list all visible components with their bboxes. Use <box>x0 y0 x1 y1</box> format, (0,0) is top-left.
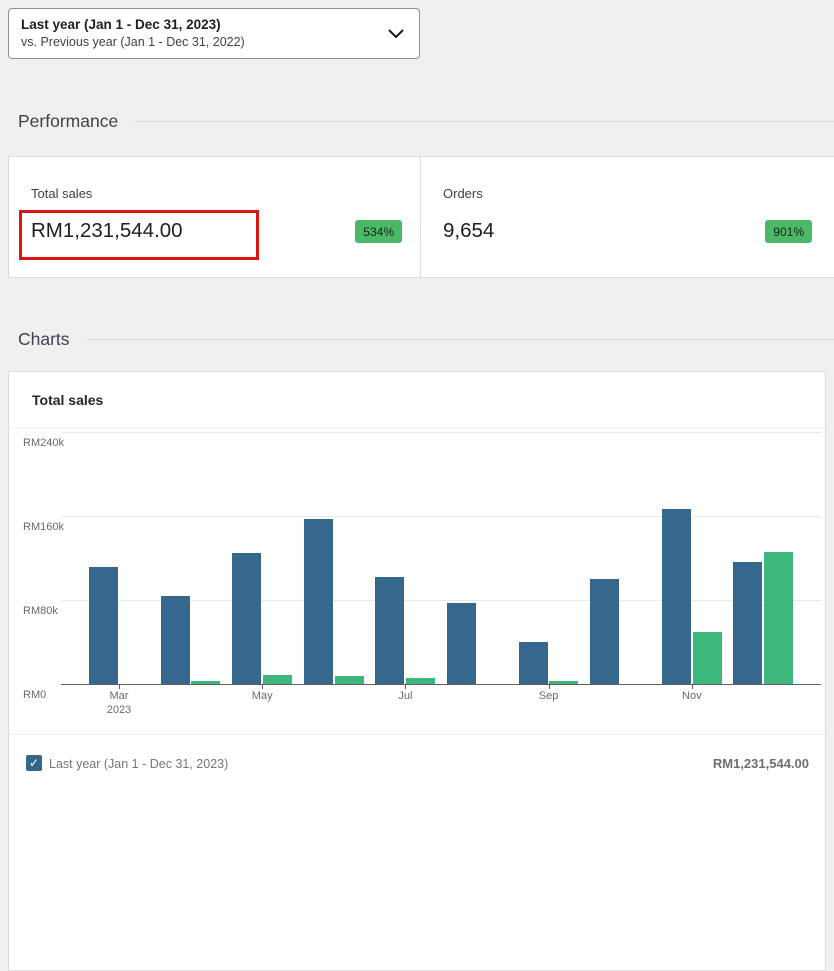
chevron-down-icon <box>388 29 404 39</box>
orders-label: Orders <box>443 186 483 201</box>
x-tick-Sep <box>549 684 550 689</box>
bar-2023-Dec[interactable] <box>733 562 762 684</box>
x-tick-Mar <box>119 684 120 689</box>
performance-title: Performance <box>18 111 118 132</box>
bar-2022-Apr[interactable] <box>191 681 220 684</box>
total-sales-card[interactable]: Total sales RM1,231,544.00 534% <box>9 157 421 277</box>
x-tick-label-Sep: Sep <box>539 690 559 702</box>
bar-2022-Jul[interactable] <box>406 678 435 684</box>
gridline-RM160k <box>61 516 821 517</box>
x-tick-Nov <box>692 684 693 689</box>
total-sales-change-badge: 534% <box>355 220 402 243</box>
performance-divider <box>135 121 834 122</box>
bar-2023-Oct[interactable] <box>590 579 619 684</box>
orders-value: 9,654 <box>443 219 494 243</box>
x-tick-label-Mar: Mar <box>110 690 129 702</box>
orders-change-badge: 901% <box>765 220 812 243</box>
bar-2022-Dec[interactable] <box>764 552 793 684</box>
x-tick-label-Nov: Nov <box>682 690 702 702</box>
bar-2023-Jun[interactable] <box>304 519 333 684</box>
bar-2023-Sep[interactable] <box>519 642 548 684</box>
bar-2023-May[interactable] <box>232 553 261 684</box>
total-sales-label: Total sales <box>31 186 92 201</box>
total-sales-value: RM1,231,544.00 <box>31 219 183 243</box>
bar-2022-Sep[interactable] <box>549 681 578 684</box>
bar-2023-Aug[interactable] <box>447 603 476 684</box>
x-tick-label-May: May <box>252 690 273 702</box>
chart-legend: ✓ Last year (Jan 1 - Dec 31, 2023) RM1,2… <box>9 734 825 786</box>
legend-checkbox[interactable]: ✓ <box>26 755 42 771</box>
orders-card[interactable]: Orders 9,654 901% <box>421 157 834 277</box>
date-range-selector[interactable]: Last year (Jan 1 - Dec 31, 2023) vs. Pre… <box>8 8 420 59</box>
date-range-comparison: vs. Previous year (Jan 1 - Dec 31, 2022) <box>21 34 379 51</box>
x-tick-year-label: 2023 <box>107 704 131 716</box>
checkmark-icon: ✓ <box>29 757 39 769</box>
gridline-RM240k <box>61 432 821 433</box>
bar-2023-Apr[interactable] <box>161 596 190 684</box>
x-tick-Jul <box>405 684 406 689</box>
bar-2022-May[interactable] <box>263 675 292 684</box>
charts-section-header: Charts <box>18 326 834 352</box>
performance-section-header: Performance <box>18 108 834 134</box>
performance-cards-row: Total sales RM1,231,544.00 534% Orders 9… <box>8 156 834 278</box>
legend-series-label[interactable]: Last year (Jan 1 - Dec 31, 2023) <box>49 757 228 771</box>
y-tick-label-RM0: RM0 <box>23 689 46 701</box>
charts-divider <box>87 339 834 340</box>
bar-2023-Jul[interactable] <box>375 577 404 684</box>
chart-plot-area: RM0 RM80k RM160k RM240k Mar 2023 May Jul Sep Nov <box>9 372 825 734</box>
charts-title: Charts <box>18 329 70 350</box>
total-sales-chart-card: Total sales RM0RM80kRM160kRM240kMar2023M… <box>8 371 826 971</box>
bar-2023-Mar[interactable] <box>89 567 118 684</box>
bar-2022-Nov[interactable] <box>693 632 722 684</box>
y-tick-label-RM160k: RM160k <box>23 521 64 533</box>
y-tick-label-RM240k: RM240k <box>23 437 64 449</box>
bar-2023-Nov[interactable] <box>662 509 691 684</box>
x-tick-label-Jul: Jul <box>398 690 412 702</box>
x-tick-May <box>262 684 263 689</box>
date-range-primary: Last year (Jan 1 - Dec 31, 2023) <box>21 16 379 34</box>
bar-2022-Jun[interactable] <box>335 676 364 684</box>
legend-series-total: RM1,231,544.00 <box>713 756 809 771</box>
y-tick-label-RM80k: RM80k <box>23 605 58 617</box>
x-axis-line <box>61 684 821 685</box>
